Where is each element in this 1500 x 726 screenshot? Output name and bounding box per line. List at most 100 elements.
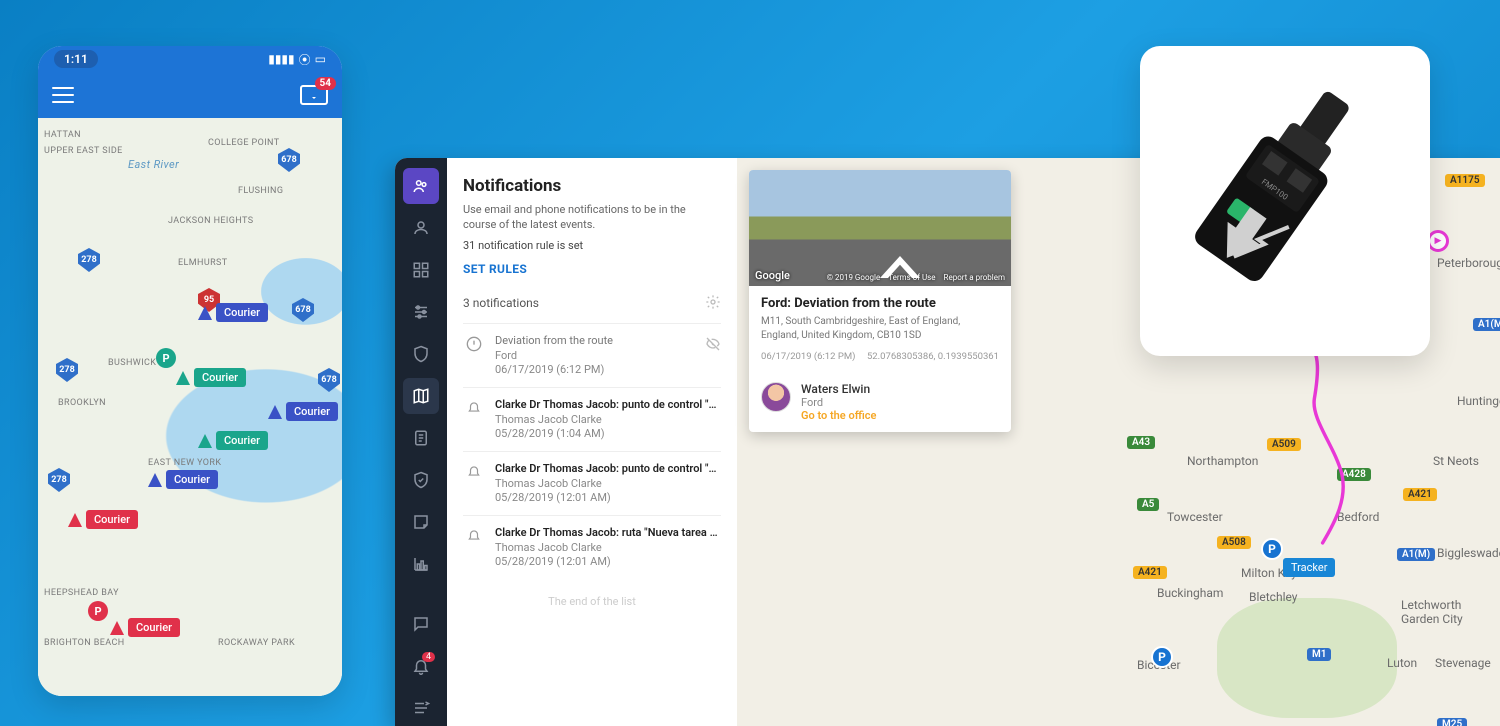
map-label: BROOKLYN [58,398,106,408]
road-label: A1(M) [1473,318,1500,331]
sidebar-item-tuning[interactable] [403,294,439,330]
bell-icon [463,462,485,505]
cell-signal-icon: ▮▮▮▮ [268,52,294,66]
road-label: A509 [1267,438,1301,451]
sidebar-bell-badge: 4 [422,652,435,662]
sidebar: 4 [395,158,447,726]
courier-marker[interactable]: Courier [110,618,180,637]
road-label: M1 [1307,648,1331,661]
panel-title: Notifications [463,176,721,196]
road-label: M25 [1437,718,1467,726]
list-count: 3 notifications [463,296,539,310]
notif-line: Thomas Jacob Clarke [495,413,721,426]
road-label: A1(M) [1397,548,1435,561]
map-info-card: Google © 2019 Google Terms of Use Report… [749,170,1011,432]
sidebar-item-shield[interactable] [403,336,439,372]
sidebar-item-collapse[interactable] [403,690,439,726]
notif-title: Clarke Dr Thomas Jacob: punto de control… [495,398,721,411]
map-label: FLUSHING [238,186,283,196]
gear-icon[interactable] [705,294,721,313]
sidebar-item-team[interactable] [403,168,439,204]
bell-icon [463,398,485,441]
sidebar-item-profile[interactable] [403,210,439,246]
map-label: ELMHURST [178,258,228,268]
streetview-image[interactable]: Google © 2019 Google Terms of Use Report… [749,170,1011,286]
tracker-label[interactable]: Tracker [1283,558,1335,577]
map-town: Bedford [1337,510,1379,524]
notification-item[interactable]: Clarke Dr Thomas Jacob: punto de control… [463,387,721,451]
road-label: A5 [1137,498,1159,511]
notif-line: Ford [495,349,695,362]
product-card: FMP100 [1140,46,1430,356]
card-title: Ford: Deviation from the route [761,296,999,311]
driver-row[interactable]: Waters Elwin Ford Go to the office [749,372,1011,432]
wifi-icon: ⦿ [299,51,311,68]
sidebar-item-bell[interactable]: 4 [403,648,439,684]
obd-tracker-image: FMP100 [1175,76,1395,326]
streetview-attributions: © 2019 Google Terms of Use Report a prob… [827,273,1005,282]
notification-item[interactable]: Deviation from the route Ford 06/17/2019… [463,323,721,387]
bell-icon [463,526,485,569]
panel-subtitle: Use email and phone notifications to be … [463,202,721,233]
courier-marker[interactable]: Courier [198,431,268,450]
map-label: HATTAN [44,130,81,140]
courier-marker[interactable]: Courier [198,303,268,322]
inbox-badge: 54 [315,77,336,90]
menu-icon[interactable] [52,87,74,103]
notif-title: Clarke Dr Thomas Jacob: ruta "Nueva tare… [495,526,721,539]
parking-pin[interactable]: P [1151,646,1173,668]
map-label: JACKSON HEIGHTS [168,216,253,226]
inbox-button[interactable]: 54 [300,85,328,105]
phone-map[interactable]: HATTAN UPPER EAST SIDE COLLEGE POINT FLU… [38,118,342,696]
driver-action[interactable]: Go to the office [801,409,876,422]
map-town: Stevenage [1435,656,1491,670]
sidebar-item-note[interactable] [403,504,439,540]
sidebar-item-task[interactable] [403,462,439,498]
courier-marker[interactable]: Courier [68,510,138,529]
road-label: A43 [1127,436,1155,449]
map-town: Northampton [1187,454,1258,468]
map-label: ROCKAWAY PARK [218,638,295,648]
map-label: UPPER EAST SIDE [44,146,123,156]
map-town: Biggleswade [1437,546,1500,560]
phone-topbar: 54 [38,72,342,118]
road-label: A1175 [1445,174,1485,187]
notif-title: Deviation from the route [495,334,695,347]
sidebar-item-chart[interactable] [403,546,439,582]
parking-marker[interactable]: P [156,348,176,368]
set-rules-link[interactable]: SET RULES [463,262,721,276]
sidebar-item-doc[interactable] [403,420,439,456]
notifications-panel: Notifications Use email and phone notifi… [447,158,737,726]
map-town: Buckingham [1157,586,1223,600]
sidebar-item-chat[interactable] [403,606,439,642]
map-label: East River [128,158,179,171]
courier-marker[interactable]: Courier [268,402,338,421]
parking-pin[interactable]: P [1261,538,1283,560]
sidebar-item-map[interactable] [403,378,439,414]
card-coords: 52.0768305386, 0.1939550361 [867,351,999,362]
courier-marker[interactable]: Courier [148,470,218,489]
notification-item[interactable]: Clarke Dr Thomas Jacob: punto de control… [463,451,721,515]
hide-icon[interactable] [705,334,721,377]
avatar [761,382,791,412]
card-time: 06/17/2019 (6:12 PM) [761,351,855,362]
route-start-marker[interactable] [1427,230,1449,252]
sidebar-item-apps[interactable] [403,252,439,288]
notification-item[interactable]: Clarke Dr Thomas Jacob: ruta "Nueva tare… [463,515,721,579]
parking-marker[interactable]: P [88,601,108,621]
list-end: The end of the list [463,579,721,624]
road-label: A421 [1403,488,1437,501]
card-address: M11, South Cambridgeshire, East of Engla… [761,315,999,343]
map-label: COLLEGE POINT [208,138,280,148]
map-town: Towcester [1167,510,1223,524]
battery-icon: ▭ [315,52,326,66]
alert-icon [463,334,485,377]
courier-marker[interactable]: Courier [176,368,246,387]
notif-time: 06/17/2019 (6:12 PM) [495,363,695,376]
driver-name: Waters Elwin [801,382,876,396]
map-town: Letchworth Garden City [1401,598,1500,626]
notification-list: Deviation from the route Ford 06/17/2019… [463,323,721,579]
map-town: Huntingdon [1457,394,1500,408]
notif-time: 05/28/2019 (12:01 AM) [495,555,721,568]
map-town: Luton [1387,656,1417,670]
